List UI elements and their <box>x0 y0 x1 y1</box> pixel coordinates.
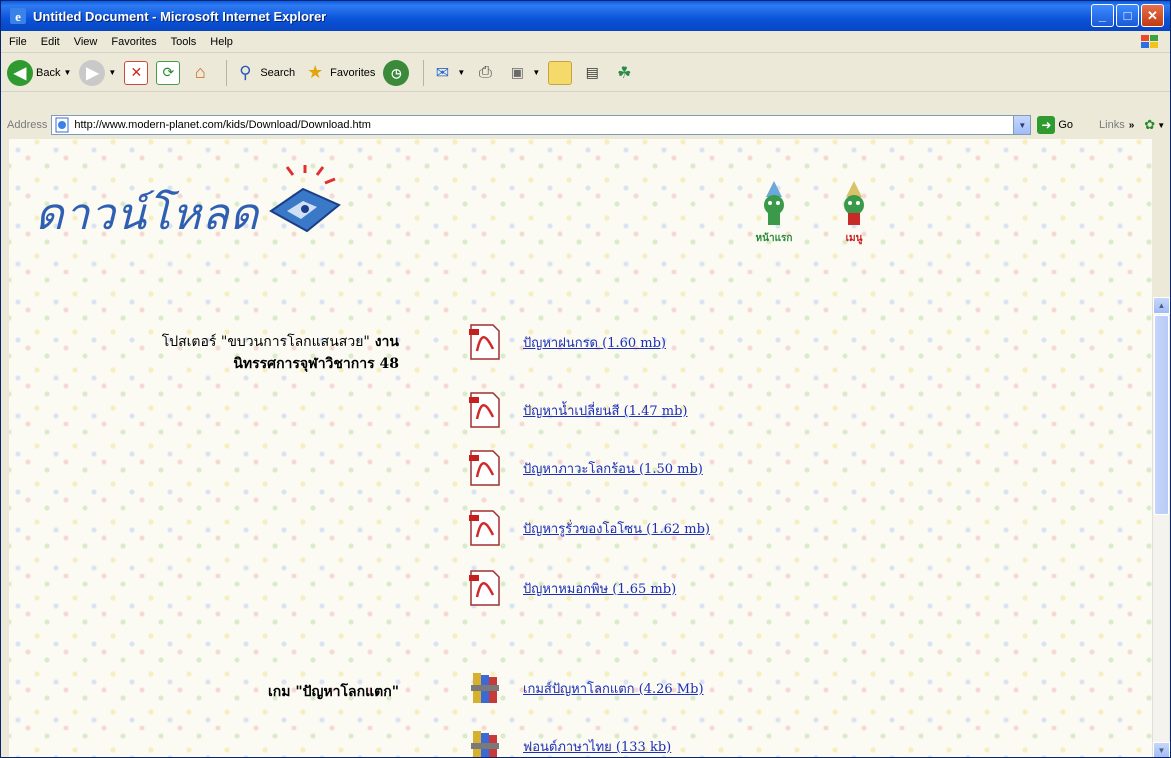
vertical-scrollbar[interactable]: ▲ ▼ <box>1152 297 1170 757</box>
printer-icon: ⎙ <box>478 63 492 81</box>
chevron-down-icon[interactable]: ▼ <box>1157 121 1165 130</box>
stop-icon: ✕ <box>124 60 149 85</box>
game-download-row: ฟอนต์ภาษาไทย (133 kb) <box>467 727 671 757</box>
pdf-download-row: ปัญหาฝนกรด (1.60 mb) <box>467 323 666 361</box>
messenger-icon: ☘ <box>617 64 632 82</box>
scroll-down-icon[interactable]: ▼ <box>1153 742 1170 757</box>
research-button[interactable]: ▤ <box>580 61 604 85</box>
menu-bar: File Edit View Favorites Tools Help <box>1 31 1170 53</box>
scroll-up-icon[interactable]: ▲ <box>1153 297 1170 314</box>
chevron-down-icon: ▼ <box>457 68 466 77</box>
pdf-download-row: ปัญหาน้ำเปลี่ยนสี (1.47 mb) <box>467 391 688 429</box>
links-button[interactable]: Links <box>1099 119 1125 131</box>
search-button[interactable]: ⚲ Search <box>233 61 295 85</box>
forward-button[interactable]: ▶ ▼ <box>79 59 117 86</box>
back-button[interactable]: ◀ Back ▼ <box>7 59 72 86</box>
windows-logo-icon <box>1141 35 1158 48</box>
address-input[interactable]: http://www.modern-planet.com/kids/Downlo… <box>51 115 1032 135</box>
home-icon: ⌂ <box>194 62 206 82</box>
menu-help[interactable]: Help <box>210 36 233 48</box>
stop-button[interactable]: ✕ <box>124 60 149 85</box>
back-arrow-icon: ◀ <box>7 59 33 86</box>
pdf-link-global-warming[interactable]: ปัญหาภาวะโลกร้อน (1.50 mb) <box>523 458 703 479</box>
window-title: Untitled Document - Microsoft Internet E… <box>33 8 327 24</box>
download-disk-icon <box>269 165 341 233</box>
forward-arrow-icon: ▶ <box>79 59 106 86</box>
edit-icon: ▣ <box>510 64 524 80</box>
pdf-link-ozone-hole[interactable]: ปัญหารูรั่วของโอโซน (1.62 mb) <box>523 518 710 539</box>
close-button[interactable]: ✕ <box>1141 4 1164 27</box>
pdf-file-icon <box>469 324 500 360</box>
menu-nav-link[interactable]: เมนู <box>829 179 879 249</box>
refresh-icon: ⟳ <box>156 60 181 85</box>
menu-view[interactable]: View <box>74 36 98 48</box>
chevron-right-icon[interactable]: » <box>1129 120 1135 131</box>
pdf-download-row: ปัญหาหมอกพิษ (1.65 mb) <box>467 569 676 607</box>
favorites-button[interactable]: ★ Favorites <box>303 61 375 85</box>
font-link-download[interactable]: ฟอนต์ภาษาไทย (133 kb) <box>523 736 671 757</box>
history-icon: ◷ <box>383 59 410 86</box>
menu-tools[interactable]: Tools <box>171 36 197 48</box>
archive-file-icon <box>471 673 499 703</box>
pdf-link-acid-rain[interactable]: ปัญหาฝนกรด (1.60 mb) <box>523 332 666 353</box>
home-character-icon <box>764 181 784 225</box>
game-heading: เกม "ปัญหาโลกแตก" <box>267 684 399 700</box>
home-nav-link[interactable]: หน้าแรก <box>749 179 799 249</box>
minimize-button[interactable]: _ <box>1091 4 1114 27</box>
browser-window: e Untitled Document - Microsoft Internet… <box>0 0 1171 758</box>
pdf-link-water-color[interactable]: ปัญหาน้ำเปลี่ยนสี (1.47 mb) <box>523 400 688 421</box>
chevron-down-icon[interactable]: ▼ <box>1013 116 1031 134</box>
page-title: ดาวน์โหลด <box>35 189 260 240</box>
pdf-file-icon <box>469 570 500 606</box>
chevron-down-icon: ▼ <box>532 68 541 77</box>
archive-file-icon <box>471 731 499 757</box>
game-download-row: เกมส์ปัญหาโลกแตก (4.26 Mb) <box>467 669 704 707</box>
chevron-down-icon: ▼ <box>108 68 117 77</box>
address-bar: Address http://www.modern-planet.com/kid… <box>1 113 1170 137</box>
pdf-download-row: ปัญหารูรั่วของโอโซน (1.62 mb) <box>467 509 710 547</box>
extension-icon[interactable]: ✿ <box>1144 117 1155 133</box>
print-button[interactable]: ⎙ <box>473 61 497 85</box>
search-icon: ⚲ <box>239 62 252 82</box>
menu-character-icon <box>844 181 864 225</box>
edit-button[interactable]: ▣ ▼ <box>505 61 541 85</box>
go-arrow-icon: ➜ <box>1037 116 1056 134</box>
chevron-down-icon: ▼ <box>63 68 72 77</box>
poster-heading: โปสเตอร์ "ขบวนการโลกแสนสวย" งาน นิทรรศกา… <box>161 334 399 372</box>
game-link-download[interactable]: เกมส์ปัญหาโลกแตก (4.26 Mb) <box>523 678 704 699</box>
home-button[interactable]: ⌂ <box>188 61 212 85</box>
folder-icon <box>548 60 573 85</box>
pdf-file-icon <box>469 510 500 546</box>
scroll-thumb[interactable] <box>1154 315 1169 515</box>
pdf-link-smog[interactable]: ปัญหาหมอกพิษ (1.65 mb) <box>523 578 676 599</box>
svg-text:e: e <box>15 9 21 24</box>
history-button[interactable]: ◷ <box>383 59 410 86</box>
mail-icon: ✉ <box>435 64 450 82</box>
folder-button[interactable] <box>548 60 573 85</box>
research-icon: ▤ <box>585 64 599 80</box>
menu-edit[interactable]: Edit <box>41 36 60 48</box>
refresh-button[interactable]: ⟳ <box>156 60 181 85</box>
menu-file[interactable]: File <box>9 36 27 48</box>
title-bar[interactable]: e Untitled Document - Microsoft Internet… <box>1 1 1170 31</box>
standard-toolbar: ◀ Back ▼ ▶ ▼ ✕ ⟳ ⌂ ⚲ Search ★ Favorites … <box>1 54 1170 92</box>
star-icon: ★ <box>307 62 324 82</box>
page-content: ดาวน์โหลด หน้าแรก เมนู โปสเตอร์ "ขบวนการ… <box>9 139 1152 757</box>
page-icon <box>55 117 69 133</box>
messenger-button[interactable]: ☘ <box>612 61 636 85</box>
pdf-file-icon <box>469 392 500 428</box>
pdf-file-icon <box>469 450 500 486</box>
pdf-download-row: ปัญหาภาวะโลกร้อน (1.50 mb) <box>467 449 703 487</box>
address-url: http://www.modern-planet.com/kids/Downlo… <box>74 119 371 131</box>
go-button[interactable]: ➜ Go <box>1037 116 1073 134</box>
ie-icon: e <box>10 8 26 24</box>
maximize-button[interactable]: □ <box>1116 4 1139 27</box>
mail-button[interactable]: ✉ ▼ <box>430 61 466 85</box>
menu-favorites[interactable]: Favorites <box>111 36 156 48</box>
